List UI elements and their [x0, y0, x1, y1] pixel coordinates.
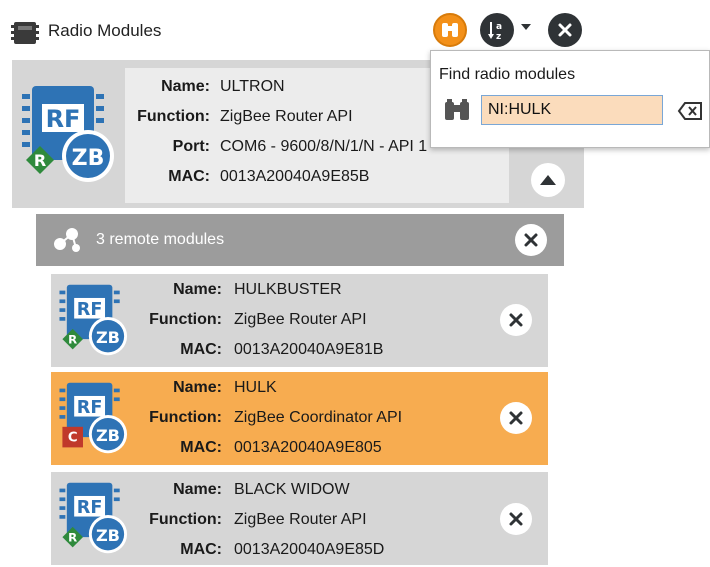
port-label: Port:	[172, 138, 210, 155]
icon-rf-text: RF	[77, 498, 103, 518]
remote-function-value: ZigBee Router API	[234, 311, 367, 328]
binoculars-icon	[442, 23, 458, 37]
xbee-module-icon: RF ZB R	[59, 284, 128, 356]
local-name-value: ULTRON	[220, 78, 285, 95]
close-icon	[509, 313, 523, 327]
icon-zb-text: ZB	[96, 426, 120, 445]
mac-label: MAC:	[180, 341, 222, 358]
binoculars-icon	[445, 99, 469, 120]
name-label: Name:	[173, 281, 222, 298]
role-badge-text: C	[68, 431, 78, 446]
network-icon	[54, 228, 80, 252]
mac-label: MAC:	[168, 168, 210, 185]
find-modules-button[interactable]	[433, 13, 467, 47]
local-function-value: ZigBee Router API	[220, 108, 353, 125]
icon-zb-text: ZB	[72, 146, 105, 171]
mac-label: MAC:	[180, 541, 222, 558]
icon-rf-text: RF	[46, 105, 81, 133]
role-badge-text: R	[34, 151, 46, 170]
close-icon	[558, 23, 572, 37]
function-label: Function:	[149, 409, 222, 426]
chevron-up-icon	[540, 175, 556, 185]
close-all-button[interactable]	[548, 13, 582, 47]
icon-rf-text: RF	[77, 300, 103, 320]
role-badge-text: R	[68, 333, 77, 347]
local-port-value: COM6 - 9600/8/N/1/N - API 1	[220, 138, 428, 155]
remote-function-value: ZigBee Coordinator API	[234, 409, 403, 426]
name-label: Name:	[161, 78, 210, 95]
xbee-module-icon: RF ZB R	[59, 482, 128, 554]
icon-rf-text: RF	[77, 398, 103, 418]
remote-name-value: HULKBUSTER	[234, 281, 342, 298]
svg-text:z: z	[496, 32, 501, 41]
close-icon	[509, 411, 523, 425]
name-label: Name:	[173, 379, 222, 396]
name-label: Name:	[173, 481, 222, 498]
function-label: Function:	[149, 511, 222, 528]
radio-module-icon	[10, 20, 40, 51]
close-remote-modules-button[interactable]	[515, 224, 547, 256]
remote-name-value: BLACK WIDOW	[234, 481, 350, 498]
panel-title: Radio Modules	[48, 21, 162, 40]
close-icon	[524, 233, 538, 247]
sort-modules-button[interactable]: a z	[480, 13, 514, 47]
chevron-down-icon[interactable]	[521, 24, 531, 30]
icon-zb-text: ZB	[96, 328, 120, 347]
remote-mac-value: 0013A20040A9E805	[234, 439, 382, 456]
sort-az-icon: a z	[488, 22, 502, 41]
xbee-module-icon: RF ZB C	[59, 382, 128, 454]
find-popup-title: Find radio modules	[439, 66, 576, 83]
remove-module-button[interactable]	[500, 402, 532, 434]
remote-mac-value: 0013A20040A9E81B	[234, 341, 384, 358]
svg-text:a: a	[496, 22, 502, 32]
close-icon	[509, 512, 523, 526]
remove-module-button[interactable]	[500, 503, 532, 535]
remote-mac-value: 0013A20040A9E85D	[234, 541, 385, 558]
role-badge-text: R	[68, 531, 77, 545]
local-mac-value: 0013A20040A9E85B	[220, 168, 370, 185]
find-input[interactable]	[481, 95, 663, 125]
remote-modules-count: 3 remote modules	[96, 231, 225, 248]
collapse-remote-button[interactable]	[531, 163, 565, 197]
function-label: Function:	[137, 108, 210, 125]
mac-label: MAC:	[180, 439, 222, 456]
function-label: Function:	[149, 311, 222, 328]
remote-name-value: HULK	[234, 379, 277, 396]
icon-zb-text: ZB	[96, 526, 120, 545]
xbee-module-icon: RF ZB R	[22, 86, 114, 182]
remove-module-button[interactable]	[500, 304, 532, 336]
remote-function-value: ZigBee Router API	[234, 511, 367, 528]
clear-search-icon[interactable]	[676, 97, 704, 125]
